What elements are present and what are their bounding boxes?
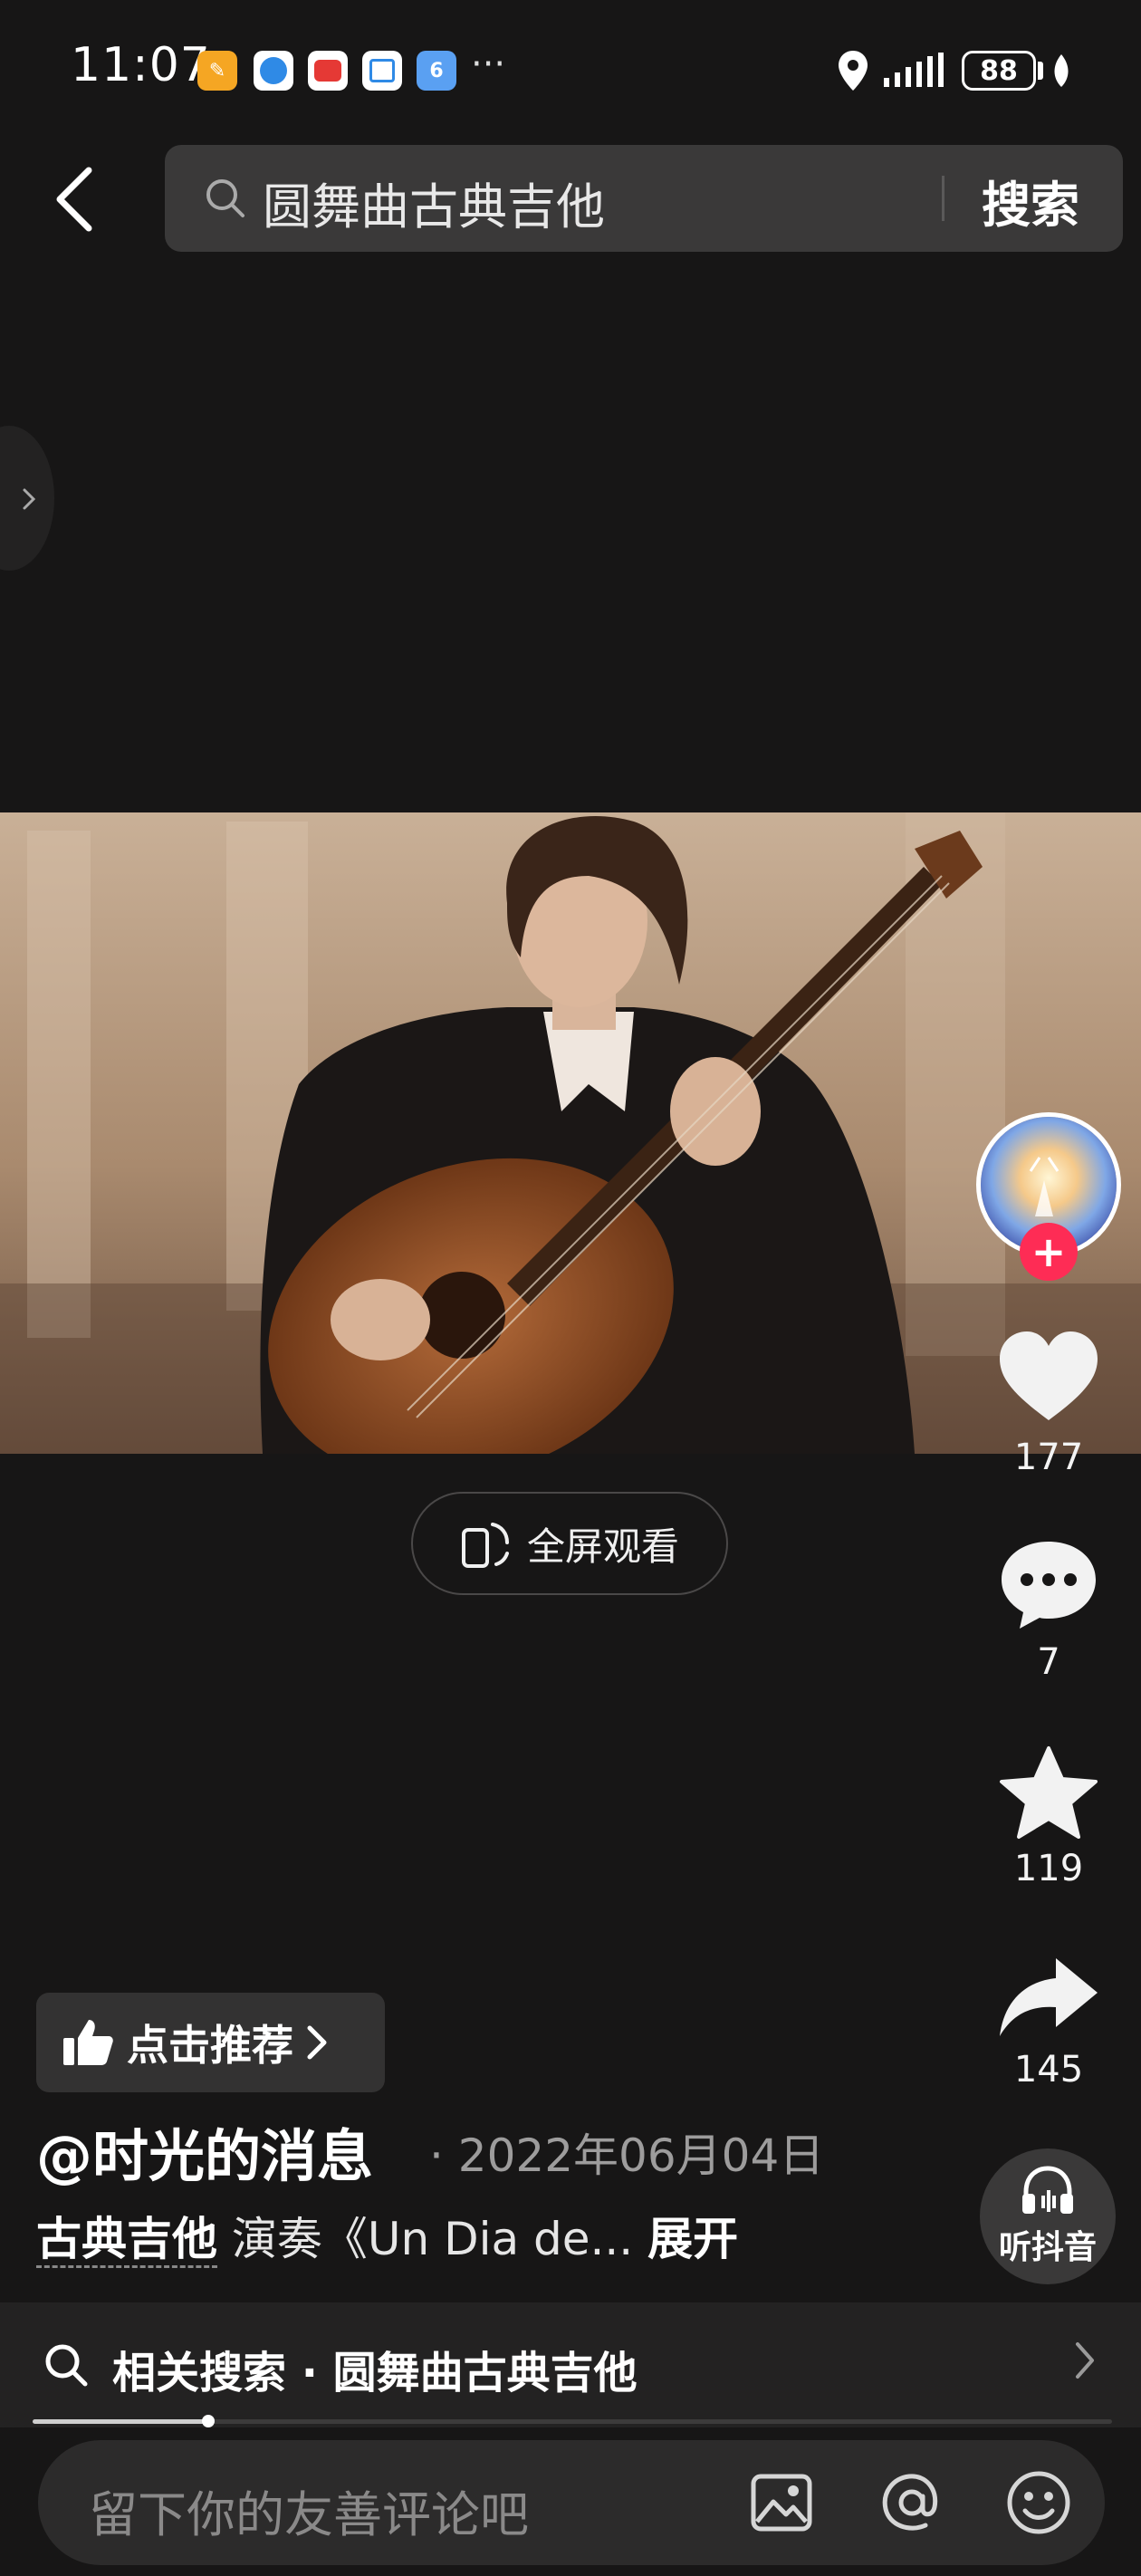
recommend-button[interactable]: 点击推荐	[36, 1993, 385, 2092]
progress-handle[interactable]	[202, 2415, 215, 2427]
fullscreen-button[interactable]: 全屏观看	[411, 1492, 728, 1595]
listen-label: 听抖音	[998, 2229, 1097, 2266]
video-description: 古典吉他 演奏《Un Dia de... 展开	[36, 2203, 738, 2268]
search-icon	[206, 179, 244, 217]
notification-app-icon	[254, 51, 293, 91]
related-search-label: 相关搜索 · 圆舞曲古典吉他	[112, 2348, 638, 2398]
thumbs-up-icon	[63, 2020, 113, 2065]
search-bar[interactable]: 圆舞曲古典吉他 搜索	[165, 145, 1123, 252]
divider	[942, 176, 944, 221]
rotate-screen-icon	[461, 1523, 509, 1568]
calendar-app-icon	[362, 51, 402, 91]
status-time: 11:07	[71, 38, 211, 92]
listen-button[interactable]: 听抖音	[980, 2148, 1116, 2284]
chevron-left-icon	[56, 167, 92, 232]
notification-app-icon	[308, 51, 348, 91]
headphones-icon	[1022, 2166, 1073, 2214]
comment-icon[interactable]	[998, 1538, 1099, 1632]
location-icon	[839, 51, 868, 91]
progress-fill	[33, 2419, 208, 2424]
author-name[interactable]: @时光的消息	[36, 2110, 373, 2192]
emoji-icon[interactable]	[1005, 2469, 1072, 2536]
like-heart-icon[interactable]	[996, 1330, 1101, 1424]
hashtag-link[interactable]: 古典吉他	[36, 2213, 217, 2268]
fullscreen-label: 全屏观看	[526, 1523, 679, 1569]
mention-icon[interactable]	[878, 2469, 945, 2536]
video-player[interactable]	[0, 812, 1141, 1454]
battery-tip	[1038, 62, 1043, 80]
like-count: 177	[1013, 1437, 1084, 1478]
video-frame-illustration	[0, 812, 1141, 1454]
battery-indicator: 88	[962, 51, 1036, 91]
favorite-star-icon[interactable]	[996, 1745, 1101, 1844]
follow-button[interactable]: +	[1020, 1223, 1078, 1281]
signal-icon	[884, 53, 944, 87]
favorite-count: 119	[1013, 1848, 1084, 1889]
comment-placeholder: 留下你的友善评论吧	[89, 2486, 529, 2543]
image-icon[interactable]	[750, 2471, 813, 2534]
expand-button[interactable]: 展开	[647, 2213, 738, 2265]
more-notifications-icon: ···	[471, 43, 506, 85]
chevron-right-icon	[307, 2025, 327, 2060]
chevron-right-icon	[23, 488, 36, 510]
back-button[interactable]	[47, 163, 101, 235]
description-text: 演奏《Un Dia de...	[217, 2213, 648, 2265]
notification-app-icon: ✎	[197, 51, 237, 91]
search-icon	[45, 2344, 88, 2387]
post-date: · 2022年06月04日	[429, 2129, 825, 2182]
recommend-label: 点击推荐	[127, 2021, 293, 2070]
share-count: 145	[1013, 2049, 1084, 2091]
notification-app-icon: 6	[417, 51, 456, 91]
related-search-bar[interactable]: 相关搜索 · 圆舞曲古典吉他	[0, 2302, 1141, 2427]
share-icon[interactable]	[996, 1955, 1101, 2040]
search-input[interactable]: 圆舞曲古典吉他	[263, 167, 605, 238]
chevron-right-icon	[1076, 2342, 1094, 2379]
comment-input[interactable]: 留下你的友善评论吧	[38, 2440, 1105, 2565]
comment-count: 7	[1037, 1641, 1060, 1683]
leaf-icon	[1054, 54, 1069, 87]
search-button[interactable]: 搜索	[982, 165, 1079, 236]
